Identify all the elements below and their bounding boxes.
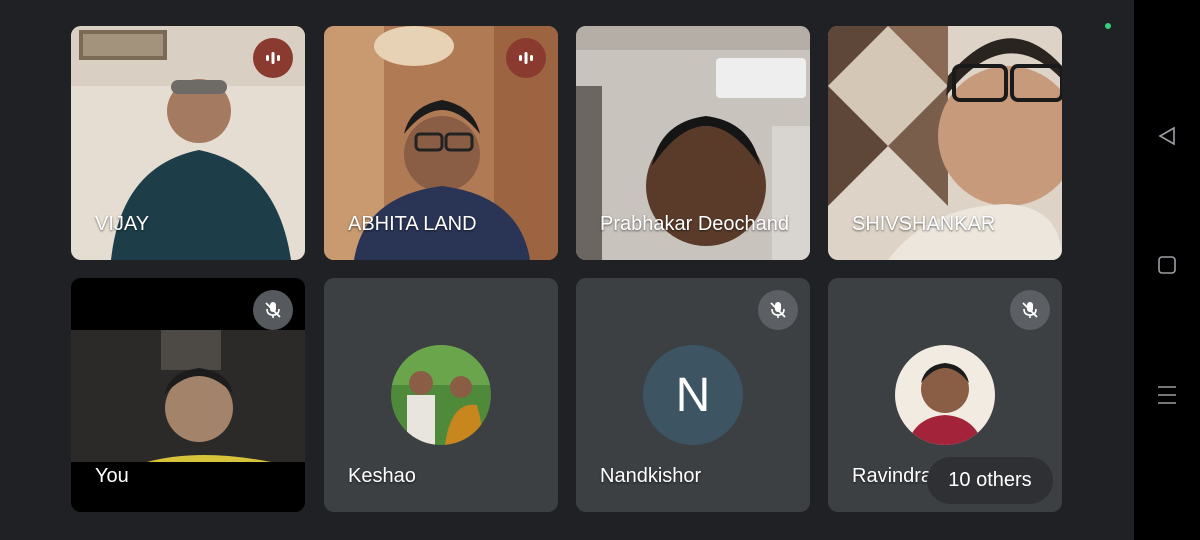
participant-tile-keshao[interactable]: Keshao xyxy=(324,278,558,512)
participant-name: ABHITA LAND xyxy=(348,213,477,235)
participant-tile-abhita-land[interactable]: ABHITA LAND xyxy=(324,26,558,260)
recording-indicator xyxy=(1105,23,1111,29)
others-chip[interactable]: 10 others xyxy=(927,457,1053,504)
mic-off-icon xyxy=(253,290,293,330)
participant-tile-shivshankar[interactable]: SHIVSHANKAR xyxy=(828,26,1062,260)
participant-name: SHIVSHANKAR xyxy=(852,213,996,235)
participant-name: Ravindra xyxy=(852,465,933,487)
participant-name: Keshao xyxy=(348,465,416,487)
navigation-bar xyxy=(1134,0,1200,540)
participant-name: Nandkishor xyxy=(600,465,702,487)
avatar xyxy=(895,345,995,445)
participant-name: You xyxy=(95,465,129,487)
mic-off-icon xyxy=(758,290,798,330)
mic-off-icon xyxy=(1010,290,1050,330)
participant-tile-you[interactable]: You xyxy=(71,278,305,512)
home-icon[interactable] xyxy=(1134,245,1200,285)
avatar: N xyxy=(643,345,743,445)
avatar xyxy=(391,345,491,445)
participant-name: Prabhakar Deochand xyxy=(600,213,790,235)
participant-tile-prabhakar-deochand[interactable]: Prabhakar Deochand xyxy=(576,26,810,260)
participant-name: VIJAY xyxy=(95,213,150,235)
participant-tile-nandkishor[interactable]: N Nandkishor xyxy=(576,278,810,512)
back-icon[interactable] xyxy=(1134,116,1200,156)
participant-tile-vijay[interactable]: VIJAY xyxy=(71,26,305,260)
audio-level-icon xyxy=(253,38,293,78)
audio-level-icon xyxy=(506,38,546,78)
recents-icon[interactable] xyxy=(1134,375,1200,415)
